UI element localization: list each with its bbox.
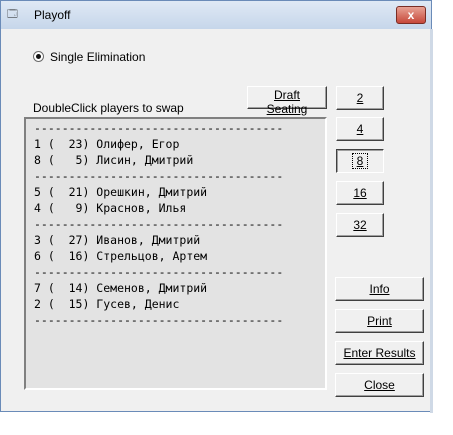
player-entry[interactable]: 3 ( 27) Иванов, Дмитрий bbox=[34, 233, 200, 247]
instructions-label: DoubleClick players to swap bbox=[33, 101, 184, 115]
playoff-window: 🗔 Playoff x Single Elimination DoubleCli… bbox=[0, 0, 433, 413]
info-button[interactable]: Info bbox=[335, 277, 424, 301]
draft-seating-button[interactable]: Draft Seating bbox=[247, 86, 327, 116]
bracket-size-4-button[interactable]: 4 bbox=[336, 117, 384, 141]
single-elimination-radio[interactable] bbox=[33, 51, 44, 62]
bracket-list[interactable]: ------------------------------------ 1 (… bbox=[24, 117, 327, 390]
enter-results-button[interactable]: Enter Results bbox=[335, 341, 424, 365]
title-bar[interactable]: 🗔 Playoff x bbox=[1, 1, 431, 29]
player-entry[interactable]: 8 ( 5) Лисин, Дмитрий bbox=[34, 153, 193, 167]
player-entry[interactable]: 5 ( 21) Орешкин, Дмитрий bbox=[34, 185, 207, 199]
close-button[interactable]: Close bbox=[335, 373, 424, 397]
window-close-button[interactable]: x bbox=[396, 6, 426, 24]
player-entry[interactable]: 4 ( 9) Краснов, Илья bbox=[34, 201, 186, 215]
window-frame bbox=[430, 29, 433, 413]
separator-line: ------------------------------------ bbox=[34, 265, 284, 279]
bracket-size-16-button[interactable]: 16 bbox=[336, 181, 384, 205]
separator-line: ------------------------------------ bbox=[34, 217, 284, 231]
player-entry[interactable]: 6 ( 16) Стрельцов, Артем bbox=[34, 249, 207, 263]
bracket-size-2-button[interactable]: 2 bbox=[336, 86, 384, 110]
player-entry[interactable]: 7 ( 14) Семенов, Дмитрий bbox=[34, 281, 207, 295]
player-entry[interactable]: 1 ( 23) Олифер, Егор bbox=[34, 137, 179, 151]
separator-line: ------------------------------------ bbox=[34, 169, 284, 183]
bracket-size-8-button[interactable]: 8 bbox=[336, 149, 384, 173]
single-elimination-label: Single Elimination bbox=[50, 50, 146, 64]
window-title: Playoff bbox=[34, 8, 71, 22]
separator-line: ------------------------------------ bbox=[34, 121, 284, 135]
bracket-size-8-label: 8 bbox=[351, 153, 369, 169]
player-entry[interactable]: 2 ( 15) Гусев, Денис bbox=[34, 297, 179, 311]
separator-line: ------------------------------------ bbox=[34, 313, 284, 327]
print-button[interactable]: Print bbox=[335, 309, 424, 333]
app-icon[interactable]: 🗔 bbox=[7, 9, 19, 20]
bracket-size-32-button[interactable]: 32 bbox=[336, 213, 384, 237]
